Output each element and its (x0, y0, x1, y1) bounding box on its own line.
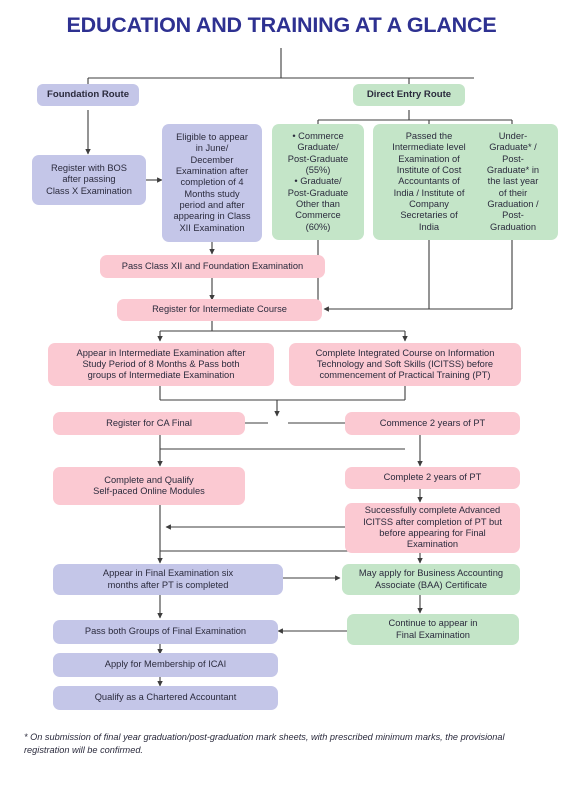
node-advanced-icitss-label: Successfully complete Advanced ICITSS af… (363, 505, 502, 550)
node-pass-both-groups-final[interactable]: Pass both Groups of Final Examination (53, 620, 278, 644)
node-under-graduate[interactable]: Under- Graduate* / Post- Graduate* in th… (468, 124, 558, 240)
node-qualify-chartered-accountant-label: Qualify as a Chartered Accountant (94, 692, 237, 703)
node-complete-icitss-label: Complete Integrated Course on Informatio… (315, 347, 495, 381)
foundation-route-header[interactable]: Foundation Route (37, 84, 139, 106)
node-baa-certificate-label: May apply for Business Accounting Associ… (358, 568, 504, 590)
node-commerce-graduate-label: • Commerce Graduate/ Post-Graduate (55%)… (287, 131, 349, 232)
node-appear-final-examination[interactable]: Appear in Final Examination six months a… (53, 564, 283, 595)
node-commerce-graduate[interactable]: • Commerce Graduate/ Post-Graduate (55%)… (272, 124, 364, 240)
node-register-intermediate-course[interactable]: Register for Intermediate Course (117, 299, 322, 321)
node-register-intermediate-course-label: Register for Intermediate Course (152, 304, 287, 315)
node-commence-2-years-pt[interactable]: Commence 2 years of PT (345, 412, 520, 435)
node-commence-2-years-pt-label: Commence 2 years of PT (379, 417, 486, 428)
node-continue-appear-final-label: Continue to appear in Final Examination (388, 618, 478, 640)
node-appear-intermediate-examination[interactable]: Appear in Intermediate Examination after… (48, 343, 274, 386)
node-under-graduate-label: Under- Graduate* / Post- Graduate* in th… (486, 131, 540, 232)
node-eligible-june-december[interactable]: Eligible to appear in June/ December Exa… (162, 124, 262, 242)
node-register-ca-final-label: Register for CA Final (106, 417, 192, 428)
node-appear-final-examination-label: Appear in Final Examination six months a… (102, 568, 234, 590)
flowchart-canvas: EDUCATION AND TRAINING AT A GLANCE Found… (0, 0, 563, 785)
node-qualify-chartered-accountant[interactable]: Qualify as a Chartered Accountant (53, 686, 278, 710)
node-baa-certificate[interactable]: May apply for Business Accounting Associ… (342, 564, 520, 595)
node-register-bos-label: Register with BOS after passing Class X … (46, 163, 132, 196)
node-complete-qualify-spom-label: Complete and Qualify Self-paced Online M… (93, 474, 205, 496)
node-advanced-icitss[interactable]: Successfully complete Advanced ICITSS af… (345, 503, 520, 553)
node-register-ca-final[interactable]: Register for CA Final (53, 412, 245, 435)
node-passed-intermediate-level-label: Passed the Intermediate level Examinatio… (392, 131, 466, 232)
node-appear-intermediate-examination-label: Appear in Intermediate Examination after… (76, 347, 246, 381)
node-pass-class-xii-foundation[interactable]: Pass Class XII and Foundation Examinatio… (100, 255, 325, 278)
node-pass-class-xii-foundation-label: Pass Class XII and Foundation Examinatio… (121, 260, 304, 271)
foundation-route-label: Foundation Route (46, 89, 130, 101)
footnote: * On submission of final year graduation… (24, 732, 505, 756)
node-apply-membership-icai-label: Apply for Membership of ICAI (104, 659, 227, 670)
node-apply-membership-icai[interactable]: Apply for Membership of ICAI (53, 653, 278, 677)
node-continue-appear-final[interactable]: Continue to appear in Final Examination (347, 614, 519, 645)
direct-entry-route-label: Direct Entry Route (366, 89, 452, 101)
page-title: EDUCATION AND TRAINING AT A GLANCE (66, 13, 497, 37)
node-complete-qualify-spom[interactable]: Complete and Qualify Self-paced Online M… (53, 467, 245, 505)
direct-entry-route-header[interactable]: Direct Entry Route (353, 84, 465, 106)
node-register-bos[interactable]: Register with BOS after passing Class X … (32, 155, 146, 205)
node-complete-icitss[interactable]: Complete Integrated Course on Informatio… (289, 343, 521, 386)
node-eligible-june-december-label: Eligible to appear in June/ December Exa… (173, 132, 251, 233)
node-pass-both-groups-final-label: Pass both Groups of Final Examination (84, 626, 247, 637)
node-complete-2-years-pt[interactable]: Complete 2 years of PT (345, 467, 520, 489)
node-complete-2-years-pt-label: Complete 2 years of PT (383, 472, 482, 483)
